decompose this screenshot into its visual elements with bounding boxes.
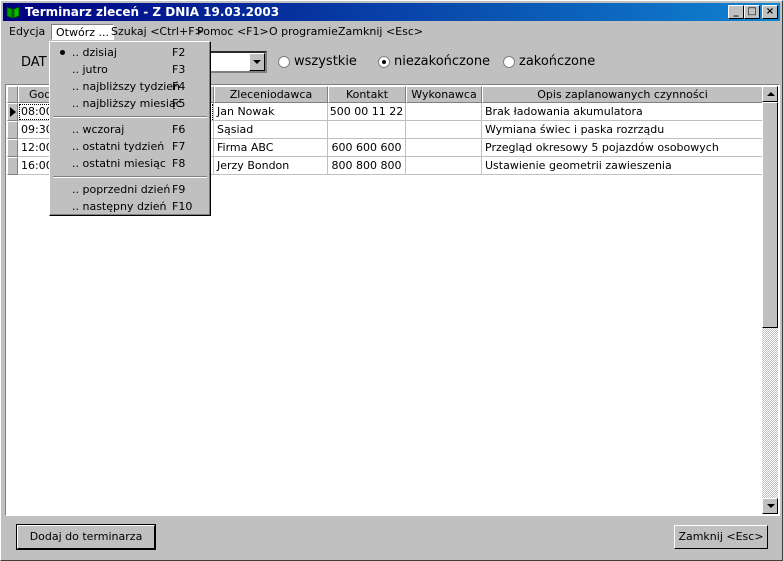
close-icon: × bbox=[765, 6, 775, 17]
menu-item-shortcut: F8 bbox=[172, 157, 186, 170]
menu-item-label: .. następny dzień bbox=[72, 200, 167, 213]
scroll-down-button[interactable] bbox=[762, 498, 778, 514]
cell-contact[interactable]: 600 600 600 bbox=[328, 139, 406, 157]
cell-executor[interactable] bbox=[406, 139, 482, 157]
add-button-label: Dodaj do terminarza bbox=[29, 530, 143, 543]
menu-item-label: .. ostatni miesiąc bbox=[72, 157, 166, 170]
scroll-thumb[interactable] bbox=[762, 102, 778, 328]
minimize-button[interactable]: _ bbox=[728, 5, 744, 19]
radio-niezakonczone[interactable]: niezakończone bbox=[378, 54, 490, 70]
close-button[interactable]: Zamknij <Esc> bbox=[674, 525, 768, 549]
cell-executor[interactable] bbox=[406, 157, 482, 175]
radio-wszystkie[interactable]: wszystkie bbox=[278, 54, 357, 70]
radio-label: wszystkie bbox=[294, 54, 357, 69]
arrow-down-icon bbox=[767, 504, 775, 508]
menu-item-shortcut: F9 bbox=[172, 183, 186, 196]
menu-item-nastepny-dzien[interactable]: .. następny dzień F10 bbox=[52, 198, 208, 215]
menu-item-najblizszy-miesiac[interactable]: .. najbliższy miesiąc F5 bbox=[52, 95, 208, 112]
menu-pomoc[interactable]: Pomoc <F1> bbox=[193, 24, 273, 40]
cell-client[interactable]: Sąsiad bbox=[214, 121, 328, 139]
menu-item-shortcut: F7 bbox=[172, 140, 186, 153]
title-bar[interactable]: Terminarz zleceń - Z DNIA 19.03.2003 _ □… bbox=[3, 3, 780, 21]
menu-item-shortcut: F6 bbox=[172, 123, 186, 136]
radio-label: zakończone bbox=[519, 54, 596, 69]
radio-zakonczone[interactable]: zakończone bbox=[503, 54, 595, 70]
menu-item-ostatni-miesiac[interactable]: .. ostatni miesiąc F8 bbox=[52, 155, 208, 172]
menu-item-label: .. najbliższy miesiąc bbox=[72, 97, 182, 110]
cell-contact[interactable]: 500 00 11 22 bbox=[328, 103, 406, 121]
radio-label: niezakończone bbox=[394, 54, 491, 69]
row-pointer-icon bbox=[10, 107, 16, 117]
date-label: DAT bbox=[21, 55, 47, 70]
cell-description[interactable]: Przegląd okresowy 5 pojazdów osobowych bbox=[482, 139, 763, 157]
menu-item-shortcut: F10 bbox=[172, 200, 193, 213]
cell-contact[interactable] bbox=[328, 121, 406, 139]
menu-item-wczoraj[interactable]: .. wczoraj F6 bbox=[52, 121, 208, 138]
footer-bar: Dodaj do terminarza Zamknij <Esc> bbox=[5, 517, 780, 557]
menu-otworz[interactable]: Otwórz ... bbox=[51, 24, 114, 40]
column-header-contact[interactable]: Kontakt bbox=[328, 86, 406, 103]
cell-executor[interactable] bbox=[406, 121, 482, 139]
current-row-indicator bbox=[7, 103, 18, 121]
column-header-client[interactable]: Zleceniodawca bbox=[214, 86, 328, 103]
row-indicator bbox=[7, 121, 18, 139]
menu-item-label: .. poprzedni dzień bbox=[72, 183, 171, 196]
menu-item-shortcut: F4 bbox=[172, 80, 186, 93]
arrow-up-icon bbox=[767, 92, 775, 96]
cell-description[interactable]: Ustawienie geometrii zawieszenia bbox=[482, 157, 763, 175]
menu-zamknij[interactable]: Zamknij <Esc> bbox=[334, 24, 427, 40]
row-indicator bbox=[7, 157, 18, 175]
minimize-icon: _ bbox=[733, 6, 739, 17]
radio-selected-icon bbox=[378, 56, 390, 68]
cell-description[interactable]: Brak ładowania akumulatora bbox=[482, 103, 763, 121]
menu-bar: Edycja Otwórz ... Szukaj <Ctrl+F> Pomoc … bbox=[3, 22, 780, 42]
chevron-down-icon bbox=[253, 60, 261, 64]
row-indicator-header bbox=[7, 86, 18, 103]
menu-item-label: .. dzisiaj bbox=[72, 46, 117, 59]
menu-o-programie[interactable]: O programie bbox=[265, 24, 342, 40]
close-button-label: Zamknij <Esc> bbox=[678, 530, 764, 543]
menu-separator bbox=[53, 176, 207, 178]
menu-item-shortcut: F3 bbox=[172, 63, 186, 76]
cell-client[interactable]: Jan Nowak bbox=[214, 103, 328, 121]
checked-bullet-icon bbox=[60, 50, 65, 55]
menu-item-label: .. wczoraj bbox=[72, 123, 125, 136]
radio-circle-icon bbox=[503, 56, 515, 68]
menu-item-label: .. jutro bbox=[72, 63, 108, 76]
menu-separator bbox=[53, 116, 207, 118]
cell-client[interactable]: Jerzy Bondon bbox=[214, 157, 328, 175]
book-icon bbox=[6, 6, 20, 19]
radio-circle-icon bbox=[278, 56, 290, 68]
menu-item-label: .. ostatni tydzień bbox=[72, 140, 165, 153]
menu-item-shortcut: F2 bbox=[172, 46, 186, 59]
maximize-icon: □ bbox=[747, 6, 757, 17]
vertical-scrollbar[interactable] bbox=[762, 86, 778, 514]
add-to-schedule-button[interactable]: Dodaj do terminarza bbox=[16, 524, 156, 550]
app-window: Terminarz zleceń - Z DNIA 19.03.2003 _ □… bbox=[0, 0, 783, 561]
cell-client[interactable]: Firma ABC bbox=[214, 139, 328, 157]
window-title: Terminarz zleceń - Z DNIA 19.03.2003 bbox=[25, 5, 280, 19]
column-header-executor[interactable]: Wykonawca bbox=[406, 86, 482, 103]
menu-item-shortcut: F5 bbox=[172, 97, 186, 110]
column-header-description[interactable]: Opis zaplanowanych czynności bbox=[482, 86, 763, 103]
row-indicator bbox=[7, 139, 18, 157]
menu-item-ostatni-tydzien[interactable]: .. ostatni tydzień F7 bbox=[52, 138, 208, 155]
combo-dropdown-button[interactable] bbox=[249, 53, 265, 71]
menu-item-poprzedni-dzien[interactable]: .. poprzedni dzień F9 bbox=[52, 181, 208, 198]
maximize-button[interactable]: □ bbox=[744, 5, 760, 19]
cell-contact[interactable]: 800 800 800 bbox=[328, 157, 406, 175]
menu-edycja[interactable]: Edycja bbox=[5, 24, 49, 40]
menu-item-najblizszy-tydzien[interactable]: .. najbliższy tydzień F4 bbox=[52, 78, 208, 95]
scroll-up-button[interactable] bbox=[762, 86, 778, 102]
otworz-dropdown-menu: .. dzisiaj F2 .. jutro F3 .. najbliższy … bbox=[49, 41, 211, 216]
menu-item-label: .. najbliższy tydzień bbox=[72, 80, 181, 93]
cell-executor[interactable] bbox=[406, 103, 482, 121]
close-window-button[interactable]: × bbox=[762, 5, 778, 19]
menu-item-jutro[interactable]: .. jutro F3 bbox=[52, 61, 208, 78]
cell-description[interactable]: Wymiana świec i paska rozrządu bbox=[482, 121, 763, 139]
menu-item-dzisiaj[interactable]: .. dzisiaj F2 bbox=[52, 44, 208, 61]
